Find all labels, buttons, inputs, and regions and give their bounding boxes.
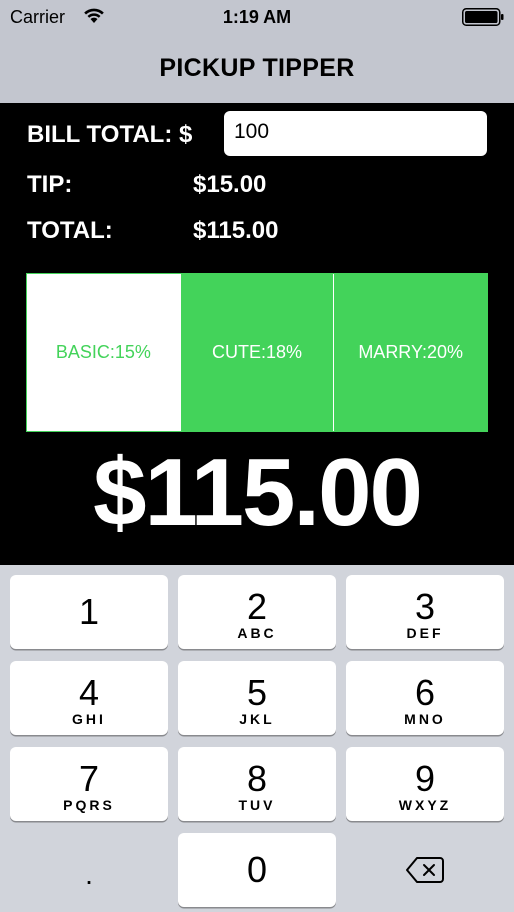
delete-backspace-icon [406, 857, 444, 883]
tip-option-basic[interactable]: BASIC:15% [27, 274, 180, 431]
key-letters: MNO [404, 711, 446, 727]
delete-key[interactable] [346, 833, 504, 907]
tip-calculator-panel: BILL TOTAL: $ 100 TIP: $15.00 TOTAL: $11… [0, 103, 514, 565]
key-letters: PQRS [63, 797, 115, 813]
key-0[interactable]: 0 [178, 833, 336, 907]
key-digit: 4 [78, 672, 100, 713]
key-6[interactable]: 6 MNO [346, 661, 504, 735]
total-amount: $115.00 [193, 217, 279, 244]
page-title: PICKUP TIPPER [159, 54, 355, 82]
key-digit: 5 [246, 672, 268, 713]
key-digit: 8 [246, 758, 268, 799]
navigation-bar: PICKUP TIPPER [0, 34, 514, 103]
key-9[interactable]: 9 WXYZ [346, 747, 504, 821]
key-1[interactable]: 1 [10, 575, 168, 649]
bill-total-input[interactable]: 100 [224, 111, 487, 156]
key-digit: 7 [78, 758, 100, 799]
tip-option-cute[interactable]: CUTE:18% [179, 274, 334, 431]
key-4[interactable]: 4 GHI [10, 661, 168, 735]
key-letters: GHI [72, 711, 106, 727]
grand-total-display: $115.00 [93, 439, 423, 546]
key-digit: . [85, 859, 93, 890]
tip-percentage-selector: BASIC:15% CUTE:18% MARRY:20% [26, 273, 488, 432]
key-digit: 6 [414, 672, 436, 713]
key-digit: 0 [246, 849, 268, 890]
status-bar: Carrier 1:19 AM [0, 0, 514, 34]
key-letters: ABC [237, 625, 277, 641]
key-2[interactable]: 2 ABC [178, 575, 336, 649]
battery-icon [462, 8, 504, 26]
tip-label: TIP: [27, 171, 73, 198]
key-letters: WXYZ [398, 797, 452, 813]
key-digit: 9 [414, 758, 436, 799]
key-digit: 1 [78, 591, 100, 632]
key-7[interactable]: 7 PQRS [10, 747, 168, 821]
key-5[interactable]: 5 JKL [178, 661, 336, 735]
key-digit: 2 [246, 586, 268, 627]
total-label: TOTAL: [27, 217, 113, 244]
key-decimal-point[interactable]: . [10, 833, 168, 907]
tip-option-marry[interactable]: MARRY:20% [333, 274, 488, 431]
bill-total-label: BILL TOTAL: $ [27, 121, 193, 148]
key-digit: 3 [414, 586, 436, 627]
key-letters: JKL [239, 711, 275, 727]
clock-time: 1:19 AM [222, 7, 292, 27]
key-3[interactable]: 3 DEF [346, 575, 504, 649]
tip-amount: $15.00 [193, 171, 267, 198]
number-keypad: 1 2 ABC 3 DEF 4 GHI 5 JKL 6 MNO 7 PQRS 8… [0, 565, 514, 912]
key-letters: DEF [406, 625, 444, 641]
key-letters: TUV [238, 797, 276, 813]
key-8[interactable]: 8 TUV [178, 747, 336, 821]
